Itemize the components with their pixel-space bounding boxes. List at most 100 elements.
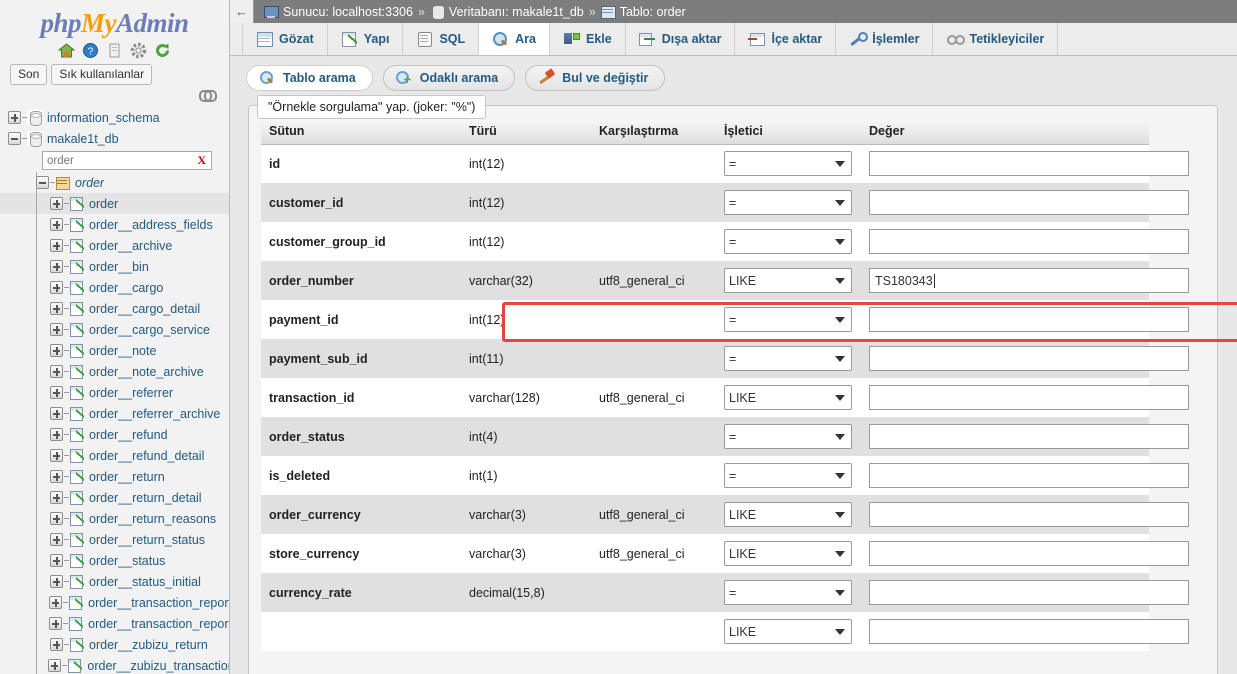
- operator-select[interactable]: LIKE: [724, 385, 852, 410]
- operator-select[interactable]: =: [724, 346, 852, 371]
- db-node-makale1t_db[interactable]: makale1t_db: [0, 128, 229, 149]
- value-input[interactable]: [869, 229, 1189, 254]
- operator-select[interactable]: =: [724, 151, 852, 177]
- expand-plus-icon[interactable]: [50, 470, 63, 483]
- expand-plus-icon[interactable]: [50, 260, 63, 273]
- expand-plus-icon[interactable]: [50, 344, 63, 357]
- operator-select[interactable]: LIKE: [724, 619, 852, 644]
- operator-select[interactable]: =: [724, 580, 852, 605]
- tab-tetikleyiciler[interactable]: Tetikleyiciler: [932, 23, 1059, 55]
- sidebar-table-item[interactable]: order__referrer: [0, 382, 229, 403]
- sidebar-table-item[interactable]: order__return_reasons: [0, 508, 229, 529]
- home-icon[interactable]: [57, 42, 76, 59]
- operator-select[interactable]: LIKE: [724, 502, 852, 527]
- sidebar-table-item[interactable]: order__cargo: [0, 277, 229, 298]
- value-input[interactable]: [869, 580, 1189, 605]
- expand-plus-icon[interactable]: [50, 197, 63, 210]
- operator-select[interactable]: =: [724, 190, 852, 215]
- back-arrow-icon[interactable]: ←: [230, 0, 254, 23]
- sidebar-table-item[interactable]: order__status: [0, 550, 229, 571]
- expand-plus-icon[interactable]: [49, 617, 63, 630]
- tab-gözat[interactable]: Gözat: [242, 23, 328, 55]
- breadcrumb-table[interactable]: Tablo: order: [600, 5, 686, 19]
- sidebar-table-item[interactable]: order__refund_detail: [0, 445, 229, 466]
- value-input[interactable]: [869, 463, 1189, 488]
- sidebar-table-item[interactable]: order__zubizu_transaction: [0, 655, 229, 674]
- sidebar-table-item[interactable]: order: [0, 193, 229, 214]
- sidebar-table-item[interactable]: order__zubizu_return: [0, 634, 229, 655]
- expand-plus-icon[interactable]: [50, 365, 63, 378]
- operator-select[interactable]: =: [724, 424, 852, 449]
- operator-select[interactable]: LIKE: [724, 268, 852, 293]
- refresh-icon[interactable]: [154, 42, 171, 59]
- table-filter-input[interactable]: order X: [42, 151, 212, 170]
- sidebar-table-item[interactable]: order__status_initial: [0, 571, 229, 592]
- expand-plus-icon[interactable]: [50, 218, 63, 231]
- expand-plus-icon[interactable]: [50, 428, 63, 441]
- value-input[interactable]: [869, 502, 1189, 527]
- tab-sql[interactable]: SQL: [402, 23, 480, 55]
- tab-ekle[interactable]: Ekle: [549, 23, 626, 55]
- operator-select[interactable]: =: [724, 229, 852, 254]
- table-group-order[interactable]: order: [0, 172, 229, 193]
- operator-select[interactable]: =: [724, 463, 852, 488]
- sidebar-table-item[interactable]: order__archive: [0, 235, 229, 256]
- operator-select[interactable]: LIKE: [724, 541, 852, 566]
- expand-plus-icon[interactable]: [50, 449, 63, 462]
- expand-plus-icon[interactable]: [48, 659, 62, 672]
- expand-plus-icon[interactable]: [50, 239, 63, 252]
- subtab-bul-ve-değiştir[interactable]: Bul ve değiştir: [525, 65, 666, 91]
- sidebar-table-item[interactable]: order__transaction_report: [0, 592, 229, 613]
- docs-icon[interactable]: [106, 42, 123, 59]
- sidebar-table-item[interactable]: order__return: [0, 466, 229, 487]
- sidebar-table-item[interactable]: order__return_status: [0, 529, 229, 550]
- db-node-information_schema[interactable]: information_schema: [0, 107, 229, 128]
- value-input[interactable]: [869, 346, 1189, 371]
- subtab-tablo-arama[interactable]: Tablo arama: [246, 65, 373, 91]
- expand-plus-icon[interactable]: [8, 111, 21, 124]
- tab-i̇şlemler[interactable]: İşlemler: [835, 23, 934, 55]
- expand-plus-icon[interactable]: [50, 281, 63, 294]
- tab-ara[interactable]: Ara: [478, 23, 550, 55]
- expand-plus-icon[interactable]: [50, 638, 63, 651]
- value-input[interactable]: [869, 619, 1189, 644]
- chain-icon[interactable]: [199, 89, 217, 102]
- breadcrumb-database[interactable]: Veritabanı: makale1t_db: [430, 4, 584, 20]
- sidebar-table-item[interactable]: order__return_detail: [0, 487, 229, 508]
- expand-plus-icon[interactable]: [50, 302, 63, 315]
- sidebar-table-item[interactable]: order__transaction_report: [0, 613, 229, 634]
- value-input[interactable]: [869, 385, 1189, 410]
- sidebar-table-item[interactable]: order__note_archive: [0, 361, 229, 382]
- tab-yapı[interactable]: Yapı: [326, 23, 404, 55]
- sidebar-table-item[interactable]: order__refund: [0, 424, 229, 445]
- value-input[interactable]: [869, 307, 1189, 332]
- expand-plus-icon[interactable]: [50, 491, 63, 504]
- sidebar-tab-recent[interactable]: Son: [10, 64, 48, 85]
- help-icon[interactable]: ?: [82, 42, 99, 59]
- value-input[interactable]: [869, 151, 1189, 177]
- sidebar-tab-favorites[interactable]: Sık kullanılanlar: [51, 64, 153, 85]
- phpmyadmin-logo[interactable]: phpMyAdmin: [0, 0, 229, 41]
- sidebar-table-item[interactable]: order__address_fields: [0, 214, 229, 235]
- expand-plus-icon[interactable]: [50, 386, 63, 399]
- sidebar-table-item[interactable]: order__bin: [0, 256, 229, 277]
- sidebar-table-item[interactable]: order__note: [0, 340, 229, 361]
- expand-plus-icon[interactable]: [49, 596, 63, 609]
- expand-plus-icon[interactable]: [50, 533, 63, 546]
- subtab-odaklı-arama[interactable]: Odaklı arama: [382, 65, 516, 91]
- expand-plus-icon[interactable]: [50, 323, 63, 336]
- operator-select[interactable]: =: [724, 307, 852, 332]
- clear-filter-icon[interactable]: X: [197, 153, 206, 168]
- sidebar-table-item[interactable]: order__referrer_archive: [0, 403, 229, 424]
- expand-plus-icon[interactable]: [50, 554, 63, 567]
- value-input[interactable]: [869, 541, 1189, 566]
- sidebar-table-item[interactable]: order__cargo_detail: [0, 298, 229, 319]
- breadcrumb-server[interactable]: Sunucu: localhost:3306: [264, 5, 413, 19]
- value-input[interactable]: TS180343: [869, 268, 1189, 293]
- settings-gear-icon[interactable]: [130, 42, 147, 59]
- tab-dışa-aktar[interactable]: Dışa aktar: [624, 23, 736, 55]
- collapse-minus-icon[interactable]: [36, 176, 49, 189]
- expand-plus-icon[interactable]: [50, 512, 63, 525]
- sidebar-table-item[interactable]: order__cargo_service: [0, 319, 229, 340]
- tab-i̇çe-aktar[interactable]: İçe aktar: [734, 23, 837, 55]
